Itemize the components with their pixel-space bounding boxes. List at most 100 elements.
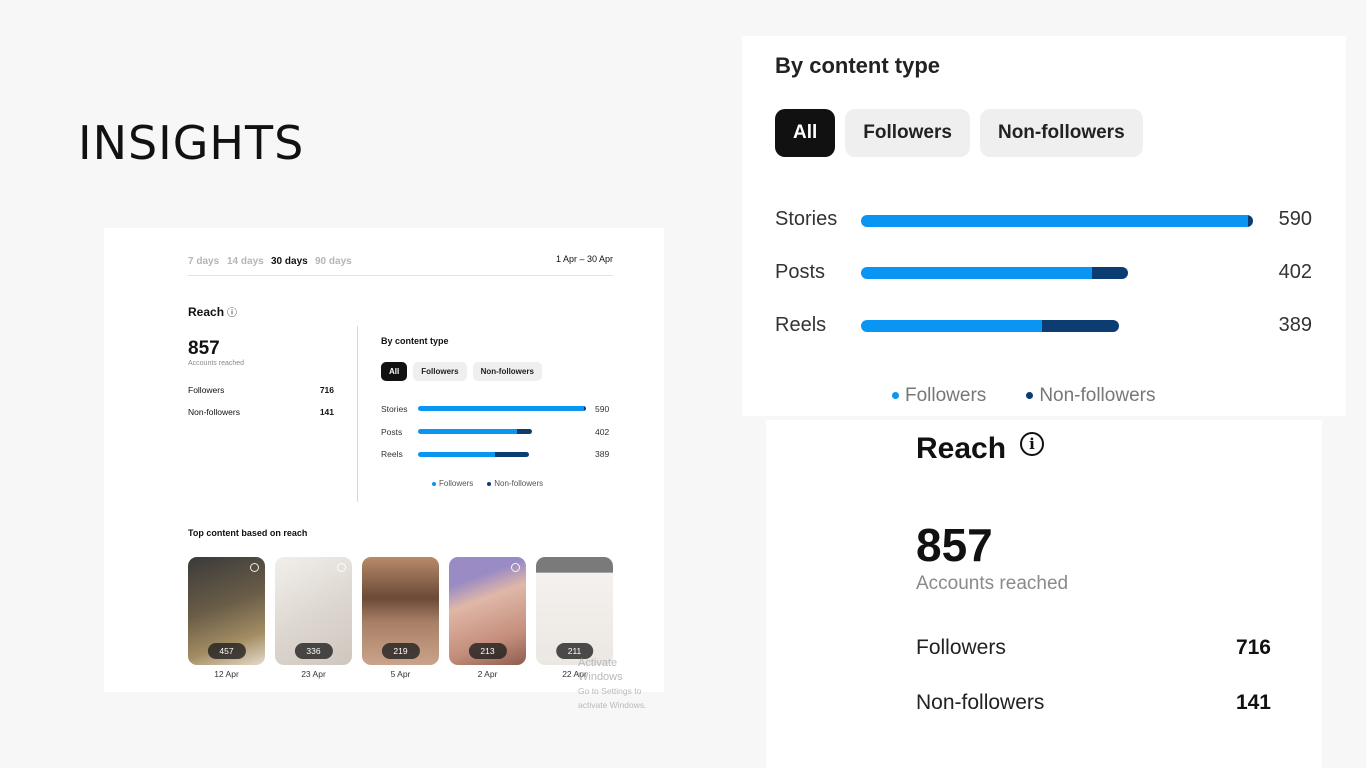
followers-dot-icon (432, 481, 436, 486)
content-thumbnail[interactable]: 213 (449, 557, 526, 665)
bar-label: Stories (381, 404, 408, 414)
content-type-filters: All Followers Non-followers (381, 362, 542, 381)
top-content-list: 457 336 219 213 211 (188, 557, 613, 665)
bar-segment-followers (418, 452, 496, 457)
reach-title-text: Reach (188, 305, 225, 319)
reach-badge: 219 (381, 643, 420, 659)
content-date: 5 Apr (390, 669, 411, 679)
info-icon[interactable]: ⓘ (227, 308, 237, 319)
bar-value: 402 (595, 427, 610, 437)
reach-title-large: Reach (916, 432, 1007, 465)
bar-segment-followers (861, 320, 1042, 332)
chart-legend-large: Followers Non-followers (892, 385, 1155, 407)
reel-icon (511, 563, 520, 572)
filter-non-followers-large[interactable]: Non-followers (979, 109, 1143, 157)
legend-non-followers: Non-followers (487, 479, 543, 488)
followers-row-large: Followers 716 (916, 636, 1271, 660)
info-icon[interactable]: i (1020, 432, 1044, 456)
bar (861, 215, 1253, 227)
insights-card: 7 days 14 days 30 days 90 days 1 Apr – 3… (104, 228, 664, 710)
range-30-days[interactable]: 30 days (271, 256, 308, 267)
accounts-reached-label-large: Accounts reached (916, 573, 1069, 594)
watermark-subtitle: Go to Settings to activate Windows. (578, 686, 647, 710)
chart-legend: Followers Non-followers (432, 479, 543, 488)
accounts-reached-value-large: 857 (916, 519, 993, 571)
legend-non-followers-label: Non-followers (1039, 385, 1156, 406)
content-type-filters-large: All Followers Non-followers (775, 109, 1143, 157)
bar-value: 389 (1278, 314, 1312, 336)
reach-badge: 336 (294, 643, 333, 659)
filter-all-large[interactable]: All (775, 109, 836, 157)
bar-value: 590 (595, 404, 610, 414)
bar-value: 389 (595, 449, 610, 459)
non-followers-dot-icon (1026, 392, 1034, 400)
bar-segment-followers (861, 215, 1249, 227)
content-type-title: By content type (381, 336, 449, 346)
range-14-days[interactable]: 14 days (227, 256, 264, 267)
legend-followers-label: Followers (439, 479, 474, 488)
bar (418, 452, 529, 457)
range-7-days[interactable]: 7 days (188, 256, 219, 267)
legend-followers-large: Followers (892, 385, 986, 407)
bar-segment-non-followers (1248, 215, 1253, 227)
reel-icon (250, 563, 259, 572)
non-followers-row-large: Non-followers 141 (916, 691, 1271, 715)
followers-value: 716 (1235, 636, 1271, 659)
reach-badge: 213 (468, 643, 507, 659)
reach-title: Reach ⓘ (188, 304, 237, 319)
bar (418, 429, 533, 434)
bar-segment-non-followers (1041, 320, 1120, 332)
content-date: 2 Apr (477, 669, 498, 679)
bar-segment-followers (861, 267, 1093, 279)
non-followers-row: Non-followers 141 (188, 407, 334, 417)
bar-label: Posts (381, 427, 403, 437)
filter-followers-large[interactable]: Followers (845, 109, 970, 157)
bar-label: Reels (381, 449, 403, 459)
followers-value: 716 (319, 385, 334, 395)
watermark-title: Activate Windows (578, 657, 623, 683)
content-thumbnail[interactable]: 219 (362, 557, 439, 665)
filter-non-followers[interactable]: Non-followers (472, 362, 542, 381)
followers-dot-icon (892, 392, 899, 400)
content-type-panel: By content type All Followers Non-follow… (742, 36, 1346, 416)
bar (418, 406, 586, 411)
non-followers-value: 141 (1235, 691, 1271, 714)
reach-badge: 457 (207, 643, 246, 659)
carousel-icon (337, 563, 346, 572)
non-followers-label: Non-followers (188, 407, 240, 417)
followers-label: Followers (188, 385, 225, 395)
reach-panel: Reach i 857 Accounts reached Followers 7… (766, 420, 1322, 768)
bar-segment-followers (418, 406, 584, 411)
legend-non-followers-label: Non-followers (494, 479, 544, 488)
bar-segment-non-followers (584, 406, 586, 411)
bar-segment-non-followers (517, 429, 533, 434)
non-followers-dot-icon (487, 481, 492, 486)
date-range-selector: 7 days 14 days 30 days 90 days 1 Apr – 3… (188, 254, 613, 276)
slide-title: INSIGHTS (78, 116, 305, 170)
bar-segment-followers (418, 429, 518, 434)
legend-followers-label: Followers (905, 385, 987, 406)
range-90-days[interactable]: 90 days (315, 256, 352, 267)
filter-followers[interactable]: Followers (413, 362, 467, 381)
bar-label: Posts (775, 261, 826, 283)
content-thumbnail[interactable]: 336 (275, 557, 352, 665)
followers-row: Followers 716 (188, 385, 334, 395)
accounts-reached-value: 857 (188, 338, 220, 359)
date-range-label: 1 Apr – 30 Apr (555, 254, 613, 264)
non-followers-value: 141 (319, 407, 334, 417)
bar (861, 320, 1120, 332)
bar (861, 267, 1129, 279)
bar-value: 402 (1278, 261, 1312, 283)
content-thumbnail[interactable]: 457 (188, 557, 265, 665)
filter-all[interactable]: All (381, 362, 408, 381)
bar-segment-non-followers (1092, 267, 1129, 279)
legend-non-followers-large: Non-followers (1026, 385, 1155, 407)
content-date: 23 Apr (301, 669, 326, 679)
content-date: 12 Apr (214, 669, 239, 679)
top-content-title: Top content based on reach (188, 528, 308, 538)
content-thumbnail[interactable]: 211 (536, 557, 613, 665)
divider (357, 326, 358, 502)
bar-value: 590 (1278, 208, 1312, 230)
content-type-title-large: By content type (775, 53, 941, 78)
non-followers-label: Non-followers (916, 691, 1045, 714)
